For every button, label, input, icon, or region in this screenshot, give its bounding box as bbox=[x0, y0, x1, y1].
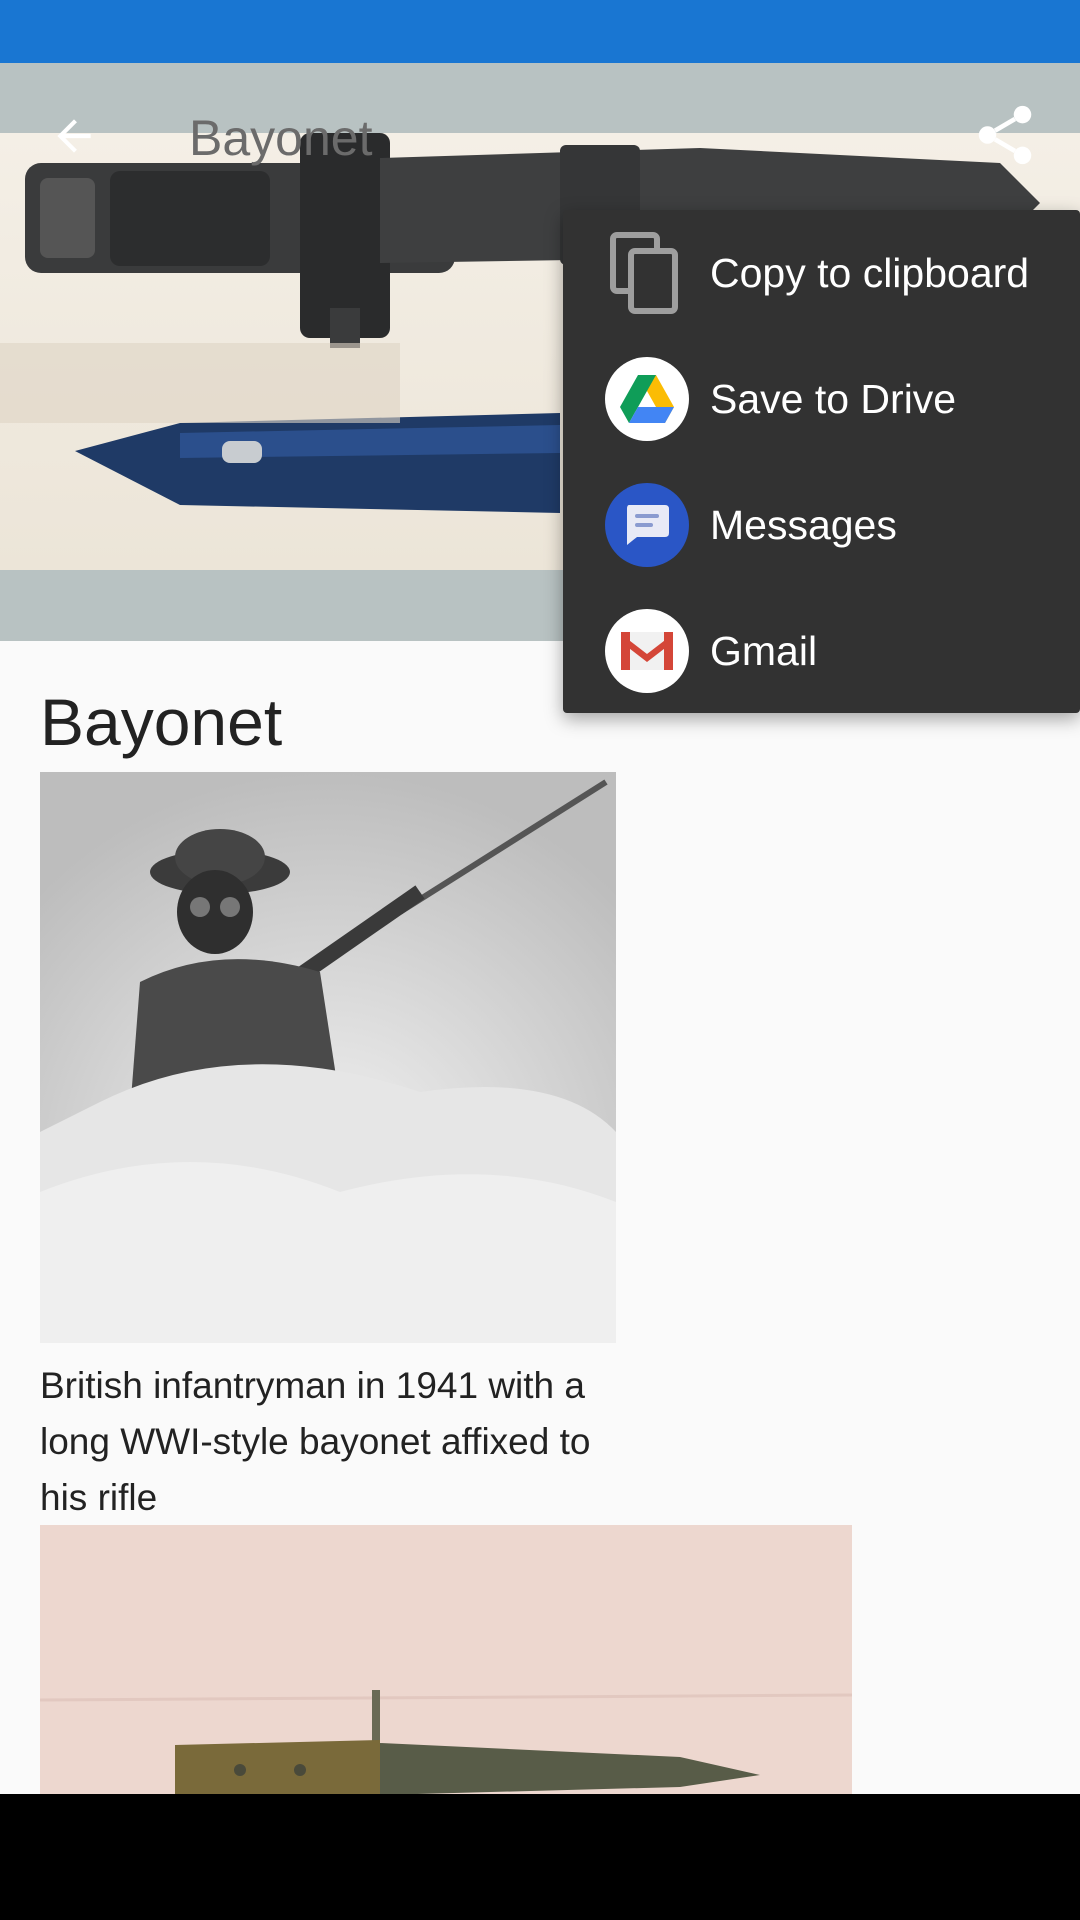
gmail-icon bbox=[605, 609, 689, 693]
google-drive-icon bbox=[605, 357, 689, 441]
navigation-bar bbox=[0, 1794, 1080, 1920]
arrow-back-icon bbox=[57, 119, 91, 153]
menu-item-label: Copy to clipboard bbox=[710, 250, 1030, 296]
infantryman-photo[interactable] bbox=[40, 772, 616, 1343]
bayonet-photo-2[interactable] bbox=[40, 1525, 852, 1795]
app-bar-title: Bayonet bbox=[189, 110, 373, 166]
messages-icon bbox=[605, 483, 689, 567]
share-icon bbox=[978, 105, 1032, 165]
menu-item-label: Save to Drive bbox=[710, 376, 957, 422]
copy-icon bbox=[605, 231, 689, 315]
app-bar bbox=[0, 63, 1080, 210]
menu-item-label: Messages bbox=[710, 502, 897, 548]
menu-item-save-to-drive[interactable]: Save to Drive bbox=[563, 336, 1080, 462]
article-title: Bayonet bbox=[40, 685, 283, 759]
menu-item-label: Gmail bbox=[710, 628, 818, 674]
share-button[interactable] bbox=[965, 95, 1045, 175]
share-menu: Copy to clipboard Save to Drive Messages… bbox=[563, 210, 1080, 713]
menu-item-gmail[interactable]: Gmail bbox=[563, 588, 1080, 714]
status-bar bbox=[0, 0, 1080, 63]
figure-caption: British infantryman in 1941 with a long … bbox=[40, 1365, 591, 1518]
menu-item-messages[interactable]: Messages bbox=[563, 462, 1080, 588]
back-button[interactable] bbox=[38, 100, 110, 172]
menu-item-copy-to-clipboard[interactable]: Copy to clipboard bbox=[563, 210, 1080, 336]
